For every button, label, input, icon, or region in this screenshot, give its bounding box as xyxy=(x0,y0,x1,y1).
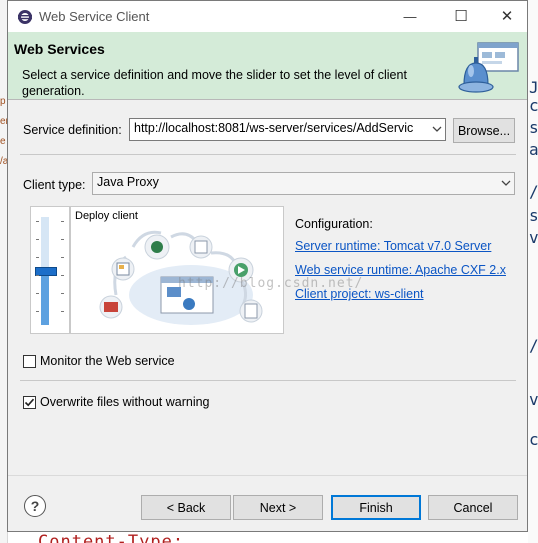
browse-button[interactable]: Browse... xyxy=(453,118,515,143)
close-button[interactable]: ✕ xyxy=(487,4,527,28)
background-editor-right: Jc s a / s v / v c xyxy=(528,0,538,543)
close-icon: ✕ xyxy=(500,8,514,25)
maximize-icon: ☐ xyxy=(454,8,468,25)
chevron-down-icon[interactable] xyxy=(500,177,512,189)
page-description: Select a service definition and move the… xyxy=(22,68,407,98)
separator xyxy=(8,475,527,476)
window-title: Web Service Client xyxy=(39,9,150,24)
overwrite-checkbox[interactable] xyxy=(23,396,36,409)
background-code-text: Content-Type: xyxy=(38,532,185,543)
page-title: Web Services xyxy=(14,41,105,57)
client-generation-slider[interactable] xyxy=(30,206,70,334)
monitor-checkbox[interactable] xyxy=(23,355,36,368)
configuration-heading: Configuration: xyxy=(295,217,373,231)
client-type-label: Client type: xyxy=(23,178,86,192)
wizard-banner: Web Services Select a service definition… xyxy=(8,32,527,100)
next-button-label: Next > xyxy=(259,500,297,515)
slider-fill xyxy=(41,271,49,325)
title-bar[interactable]: Web Service Client — ☐ ✕ xyxy=(8,1,527,32)
monitor-label[interactable]: Monitor the Web service xyxy=(40,354,175,368)
back-button[interactable]: < Back xyxy=(141,495,231,520)
chevron-down-icon[interactable] xyxy=(431,123,443,135)
client-type-value: Java Proxy xyxy=(97,175,159,189)
separator xyxy=(20,154,516,155)
client-project-link[interactable]: Client project: ws-client xyxy=(295,287,424,301)
server-runtime-link[interactable]: Server runtime: Tomcat v7.0 Server xyxy=(295,239,491,253)
help-icon[interactable]: ? xyxy=(24,495,46,517)
client-type-combo[interactable]: Java Proxy xyxy=(92,172,515,195)
finish-button-label: Finish xyxy=(359,500,393,515)
eclipse-app-icon xyxy=(18,10,32,24)
cancel-button[interactable]: Cancel xyxy=(428,495,518,520)
web-service-client-dialog: Web Service Client — ☐ ✕ Web Services Se… xyxy=(7,0,528,532)
maximize-button[interactable]: ☐ xyxy=(441,4,481,28)
service-definition-value: http://localhost:8081/ws-server/services… xyxy=(134,121,414,135)
next-button[interactable]: Next > xyxy=(233,495,323,520)
service-definition-label: Service definition: xyxy=(23,123,122,137)
web-service-wizard-icon xyxy=(458,42,519,93)
minimize-icon: — xyxy=(403,8,417,24)
cancel-button-label: Cancel xyxy=(453,500,493,515)
overwrite-label[interactable]: Overwrite files without warning xyxy=(40,395,210,409)
separator xyxy=(20,380,516,381)
checkmark-icon xyxy=(24,398,35,407)
service-definition-combo[interactable]: http://localhost:8081/ws-server/services… xyxy=(129,118,446,141)
finish-button[interactable]: Finish xyxy=(331,495,421,520)
browse-button-label: Browse... xyxy=(457,123,511,138)
generation-level-preview: Deploy client xyxy=(70,206,284,334)
web-service-runtime-link[interactable]: Web service runtime: Apache CXF 2.x xyxy=(295,263,506,277)
minimize-button[interactable]: — xyxy=(390,4,430,28)
back-button-label: < Back xyxy=(166,500,206,515)
deploy-client-illustration xyxy=(99,230,263,325)
